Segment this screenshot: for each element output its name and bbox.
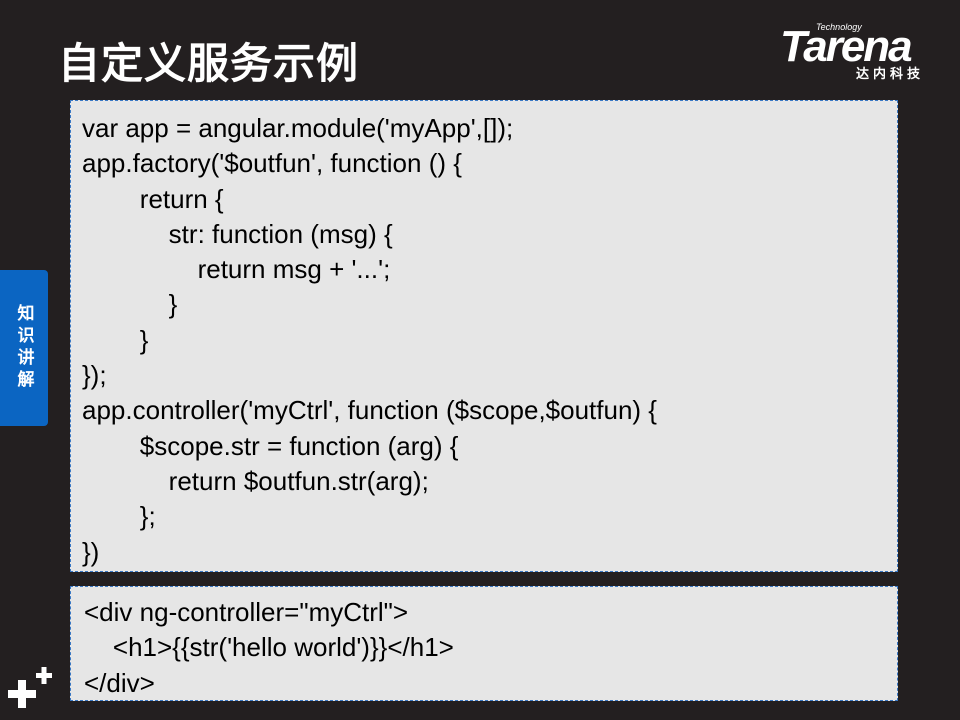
code-line: app.factory('$outfun', function () { <box>82 148 462 179</box>
code-line: app.controller('myCtrl', function ($scop… <box>82 395 657 426</box>
tarena-logo: Tarena Technology 达内科技 <box>780 22 948 84</box>
code-line: }) <box>82 536 100 567</box>
plus-plus-logo-icon <box>8 667 52 708</box>
code-line: <h1>{{str('hello world')}}</h1> <box>84 632 454 663</box>
slide-title: 自定义服务示例 <box>58 39 360 88</box>
side-tab-knowledge[interactable]: 知识讲解 <box>0 270 48 426</box>
code-line: return msg + '...'; <box>82 254 391 285</box>
side-tab-label: 知识讲解 <box>13 304 34 392</box>
code-line: } <box>82 324 149 355</box>
code-line: </div> <box>84 667 155 698</box>
code-line: <div ng-controller="myCtrl"> <box>84 597 409 627</box>
code-line: }; <box>82 501 156 532</box>
code-line: str: function (msg) { <box>82 218 393 249</box>
code-line: } <box>82 289 178 320</box>
code-block-html: <div ng-controller="myCtrl"> <h1>{{str('… <box>70 586 898 701</box>
logo-cn-name: 达内科技 <box>856 67 925 82</box>
logo-tech-label: Technology <box>816 22 862 32</box>
code-line: $scope.str = function (arg) { <box>82 430 459 461</box>
code-line: return $outfun.str(arg); <box>82 465 429 496</box>
code-block-js: var app = angular.module('myApp',[]); ap… <box>70 100 898 572</box>
code-line: return { <box>82 183 224 214</box>
code-line: var app = angular.module('myApp',[]); <box>82 113 514 143</box>
code-line: }); <box>82 360 107 391</box>
